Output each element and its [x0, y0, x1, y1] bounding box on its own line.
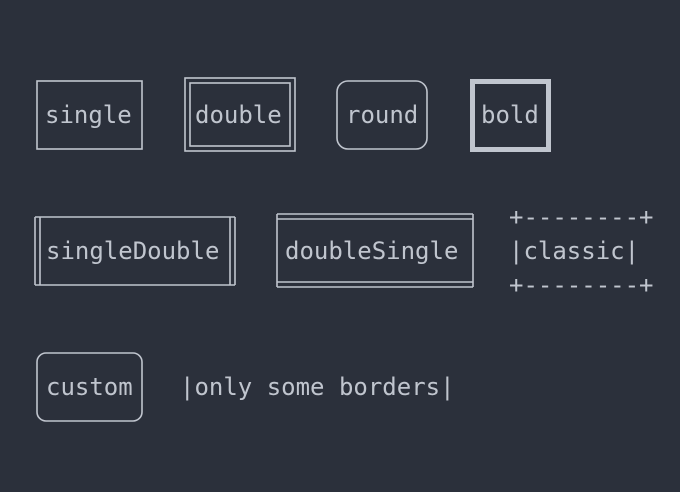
classic-box-top-border: +--------+	[509, 203, 654, 231]
double-single-box-label: doubleSingle	[285, 237, 459, 265]
classic-box-bottom-border: +--------+	[509, 271, 654, 299]
custom-box-label: custom	[46, 373, 133, 401]
partial-borders-label: |only some borders|	[180, 373, 455, 401]
bold-box-label: bold	[481, 101, 539, 129]
classic-box-label: |classic|	[509, 237, 640, 265]
single-box-label: single	[45, 101, 132, 129]
terminal-output: single double round bold singleDouble do…	[0, 0, 680, 492]
single-double-box-label: singleDouble	[46, 237, 220, 265]
double-box-label: double	[195, 101, 282, 129]
round-box-label: round	[346, 101, 419, 129]
